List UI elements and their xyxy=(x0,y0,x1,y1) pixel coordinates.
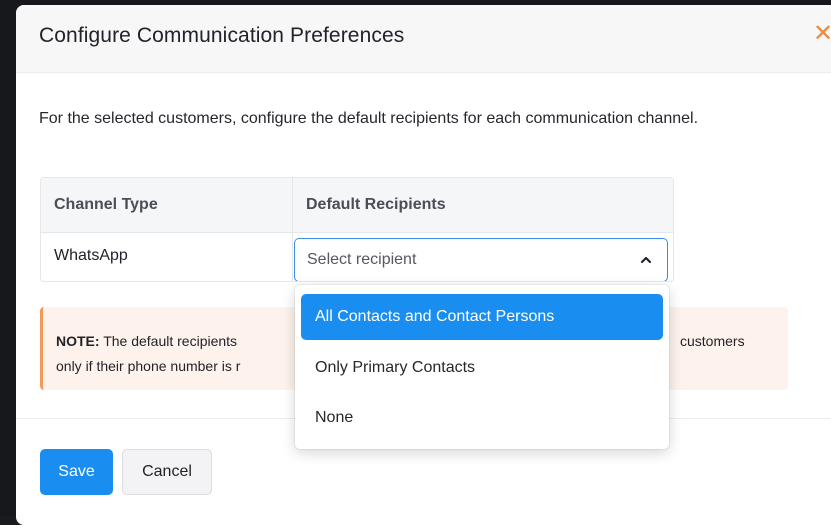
table-header: Channel Type Default Recipients xyxy=(41,178,673,233)
note-text-line1: The default recipients xyxy=(99,333,238,349)
channel-table: Channel Type Default Recipients WhatsApp… xyxy=(40,177,674,282)
cancel-button[interactable]: Cancel xyxy=(122,449,212,495)
recipient-select[interactable]: Select recipient xyxy=(294,238,668,281)
modal-title: Configure Communication Preferences xyxy=(39,24,405,47)
chevron-up-icon xyxy=(640,256,652,264)
channel-cell: WhatsApp xyxy=(41,233,293,281)
option-all-contacts[interactable]: All Contacts and Contact Persons xyxy=(301,294,663,340)
modal-header: Configure Communication Preferences ✕ xyxy=(16,5,831,73)
option-none[interactable]: None xyxy=(301,395,663,441)
recipient-dropdown-menu: All Contacts and Contact Persons Only Pr… xyxy=(295,285,669,449)
note-text-tail: customers xyxy=(680,333,745,349)
note-label: NOTE: xyxy=(56,333,100,349)
table-row: WhatsApp Select recipient xyxy=(41,233,673,281)
recipient-cell: Select recipient xyxy=(293,233,673,281)
modal-description: For the selected customers, configure th… xyxy=(39,110,699,127)
note-text-line2: only if their phone number is r xyxy=(56,358,241,374)
option-only-primary-contacts[interactable]: Only Primary Contacts xyxy=(301,345,663,391)
save-button[interactable]: Save xyxy=(40,449,113,495)
recipient-select-placeholder: Select recipient xyxy=(307,251,417,268)
close-icon[interactable]: ✕ xyxy=(812,21,831,47)
column-header-channel-type: Channel Type xyxy=(41,178,293,232)
column-header-default-recipients: Default Recipients xyxy=(306,196,446,213)
